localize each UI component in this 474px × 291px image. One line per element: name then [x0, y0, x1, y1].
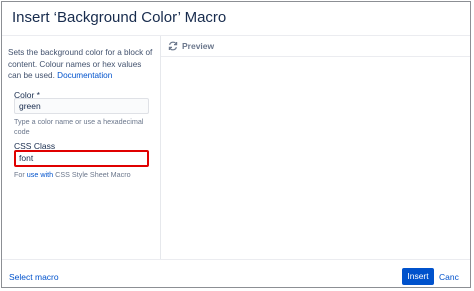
use-with-link[interactable]: use with: [27, 170, 53, 179]
color-hint: Type a color name or use a hexadecimal c…: [14, 117, 144, 136]
dialog-title: Insert ‘Background Color’ Macro: [12, 9, 227, 26]
footer-divider: [2, 259, 470, 260]
css-class-input[interactable]: font: [14, 150, 149, 167]
select-macro-link[interactable]: Select macro: [9, 272, 59, 282]
insert-button[interactable]: Insert: [402, 268, 434, 285]
macro-description: Sets the background color for a block of…: [8, 47, 156, 82]
css-class-hint: For use with CSS Style Sheet Macro: [14, 170, 154, 180]
panel-divider: [160, 36, 161, 260]
macro-dialog: Insert ‘Background Color’ Macro Sets the…: [1, 1, 471, 288]
preview-label: Preview: [182, 41, 215, 51]
cancel-button[interactable]: Canc: [439, 272, 459, 282]
hint-suffix: CSS Style Sheet Macro: [55, 170, 131, 179]
documentation-link[interactable]: Documentation: [57, 71, 112, 80]
hint-prefix: For: [14, 170, 25, 179]
color-input[interactable]: green: [14, 98, 149, 114]
refresh-icon[interactable]: [168, 41, 178, 51]
preview-header: Preview: [161, 36, 470, 57]
